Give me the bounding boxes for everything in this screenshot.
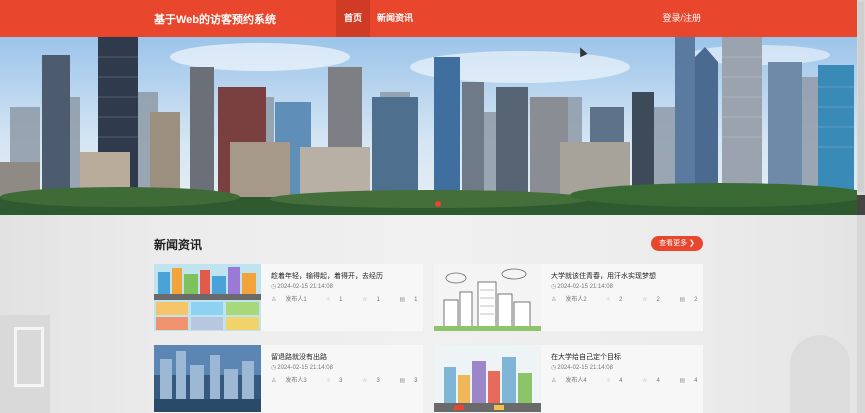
news-card[interactable]: 大学就该住青春，用汗水实现梦想 ◷2024-02-15 21:14:08 ♙ 发布… (434, 264, 703, 331)
star-icon: ☆ (642, 297, 648, 303)
clock-icon: ◷ (551, 365, 557, 371)
star-icon: ☆ (642, 378, 648, 384)
thumb-up-icon: ☝ (606, 297, 611, 303)
background-decoration (14, 327, 44, 387)
section-title: 新闻资讯 (154, 238, 203, 252)
carousel-next-arrow[interactable] (857, 195, 865, 215)
news-meta: ♙ 发布人1 ☝ 1 ☆ 1 ▤ 1 (271, 294, 436, 303)
comment-icon: ▤ (679, 378, 686, 384)
top-navbar: 基于Web的访客预约系统 首页 新闻资讯 登录/注册 (0, 0, 857, 37)
news-thumbnail[interactable] (434, 264, 541, 331)
news-comments: 2 (694, 297, 698, 303)
news-title[interactable]: 留退路就没有出路 (271, 352, 327, 362)
news-meta: ♙ 发布人2 ☝ 2 ☆ 2 ▤ 2 (551, 294, 716, 303)
user-icon: ♙ (271, 378, 277, 384)
clock-icon: ◷ (271, 284, 277, 290)
star-icon: ☆ (362, 297, 368, 303)
news-favorites: 3 (376, 378, 380, 384)
news-thumbnail[interactable] (154, 264, 261, 331)
carousel-indicator-dot[interactable] (435, 201, 441, 207)
banner-carousel[interactable] (0, 37, 857, 215)
news-meta: ♙ 发布人4 ☝ 4 ☆ 4 ▤ 4 (551, 375, 716, 384)
news-title[interactable]: 趁着年轻，输得起，着得开，去经历 (271, 271, 383, 281)
news-author: 发布人1 (285, 297, 307, 303)
news-favorites: 2 (656, 297, 660, 303)
user-icon: ♙ (271, 297, 277, 303)
news-comments: 3 (414, 378, 418, 384)
view-more-button[interactable]: 查看更多 ❯ (651, 236, 703, 251)
thumb-up-icon: ☝ (606, 378, 611, 384)
news-favorites: 1 (376, 297, 380, 303)
news-thumbnail[interactable] (154, 345, 261, 412)
news-author: 发布人4 (565, 378, 587, 384)
news-card[interactable]: 在大学给自己定个目标 ◷2024-02-15 21:14:08 ♙ 发布人4 ☝ 4… (434, 345, 703, 413)
city-skyline-image (0, 37, 857, 215)
news-favorites: 4 (656, 378, 660, 384)
news-meta: ♙ 发布人3 ☝ 3 ☆ 3 ▤ 3 (271, 375, 436, 384)
news-likes: 1 (339, 297, 343, 303)
page-scrollbar[interactable] (857, 0, 865, 413)
news-card[interactable]: 趁着年轻，输得起，着得开，去经历 ◷2024-02-15 21:14:08 ♙ 发… (154, 264, 423, 331)
user-icon: ♙ (551, 378, 557, 384)
star-icon: ☆ (362, 378, 368, 384)
nav-news[interactable]: 新闻资讯 (369, 0, 421, 37)
background-decoration (790, 335, 850, 413)
clock-icon: ◷ (271, 365, 277, 371)
news-likes: 3 (339, 378, 343, 384)
thumb-up-icon: ☝ (326, 297, 331, 303)
news-author: 发布人2 (565, 297, 587, 303)
news-card[interactable]: 留退路就没有出路 ◷2024-02-15 21:14:08 ♙ 发布人3 ☝ 3 ☆… (154, 345, 423, 413)
comment-icon: ▤ (399, 378, 406, 384)
news-date: ◷2024-02-15 21:14:08 (271, 365, 333, 371)
site-title[interactable]: 基于Web的访客预约系统 (154, 11, 276, 27)
news-title[interactable]: 在大学给自己定个目标 (551, 352, 621, 362)
news-comments: 1 (414, 297, 418, 303)
news-date: ◷2024-02-15 21:14:08 (551, 365, 613, 371)
login-register-link[interactable]: 登录/注册 (662, 0, 701, 37)
news-likes: 4 (619, 378, 623, 384)
user-icon: ♙ (551, 297, 557, 303)
nav-home[interactable]: 首页 (336, 0, 371, 37)
comment-icon: ▤ (679, 297, 686, 303)
news-likes: 2 (619, 297, 623, 303)
scrollbar-thumb[interactable] (858, 2, 864, 192)
news-comments: 4 (694, 378, 698, 384)
news-thumbnail[interactable] (434, 345, 541, 412)
news-date: ◷2024-02-15 21:14:08 (271, 284, 333, 290)
news-title[interactable]: 大学就该住青春，用汗水实现梦想 (551, 271, 656, 281)
thumb-up-icon: ☝ (326, 378, 331, 384)
comment-icon: ▤ (399, 297, 406, 303)
news-author: 发布人3 (285, 378, 307, 384)
news-date: ◷2024-02-15 21:14:08 (551, 284, 613, 290)
clock-icon: ◷ (551, 284, 557, 290)
